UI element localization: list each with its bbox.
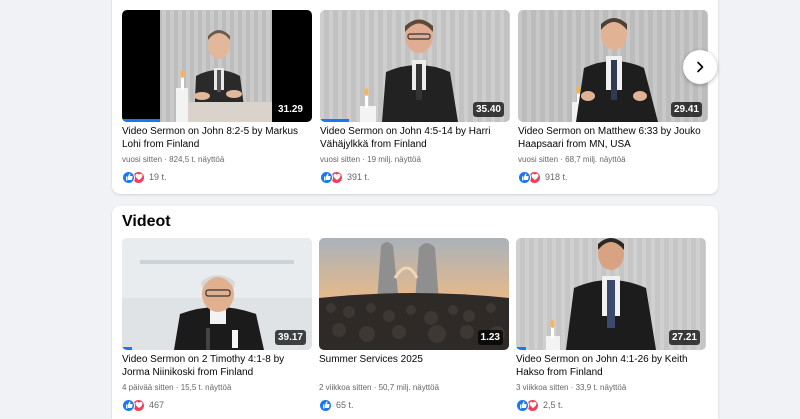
video-meta: 4 päivää sitten · 15,5 t. näyttöä xyxy=(122,383,232,392)
video-meta: 2 viikkoa sitten · 50,7 milj. näyttöä xyxy=(319,383,440,392)
video-title[interactable]: Video Sermon on Matthew 6:33 by Jouko Ha… xyxy=(518,126,708,151)
video-duration: 31.29 xyxy=(274,102,306,117)
chevron-right-icon xyxy=(697,61,704,73)
reaction-count: 918 t. xyxy=(545,172,568,182)
video-meta: vuosi sitten · 824,5 t. näyttöä xyxy=(122,155,225,164)
watch-progress-bar xyxy=(122,119,160,122)
video-meta: 3 viikkoa sitten · 33,9 t. näyttöä xyxy=(516,383,627,392)
carousel-next-button[interactable] xyxy=(683,50,717,84)
watch-progress-bar xyxy=(516,347,526,350)
reaction-count: 19 t. xyxy=(149,172,167,182)
reactions[interactable]: 918 t. xyxy=(518,170,708,184)
video-card[interactable]: 39.17 Video Sermon on 2 Timothy 4:1-8 by… xyxy=(122,238,312,412)
video-card[interactable]: 1.23 Summer Services 2025 2 viikkoa sitt… xyxy=(319,238,509,412)
video-duration: 35.40 xyxy=(472,102,504,117)
thumbs-up-icon xyxy=(516,398,529,412)
video-duration: 29.41 xyxy=(670,102,702,117)
video-card[interactable]: 29.41 Video Sermon on Matthew 6:33 by Jo… xyxy=(518,10,708,184)
videos-section-card: Videot 39.17 Video Sermon on 2 Timothy 4… xyxy=(112,206,718,419)
video-thumbnail[interactable]: 29.41 xyxy=(518,10,708,122)
video-thumbnail[interactable]: 31.29 xyxy=(122,10,312,122)
video-thumbnail[interactable]: 35.40 xyxy=(320,10,510,122)
video-thumbnail[interactable]: 39.17 xyxy=(122,238,312,350)
recent-videos-card: 31.29 Video Sermon on John 8:2-5 by Mark… xyxy=(112,0,718,194)
reactions[interactable]: 2,5 t. xyxy=(516,398,706,412)
video-meta: vuosi sitten · 68,7 milj. näyttöä xyxy=(518,155,626,164)
video-meta: vuosi sitten · 19 milj. näyttöä xyxy=(320,155,421,164)
video-card[interactable]: 31.29 Video Sermon on John 8:2-5 by Mark… xyxy=(122,10,312,184)
reactions[interactable]: 391 t. xyxy=(320,170,510,184)
video-card[interactable]: 35.40 Video Sermon on John 4:5-14 by Har… xyxy=(320,10,510,184)
watch-progress-bar xyxy=(122,347,132,350)
watch-progress-bar xyxy=(320,119,349,122)
video-duration: 27.21 xyxy=(668,330,700,345)
video-thumbnail[interactable]: 27.21 xyxy=(516,238,706,350)
thumbs-up-icon xyxy=(320,170,333,184)
thumbs-up-icon xyxy=(122,170,135,184)
video-title[interactable]: Video Sermon on John 4:5-14 by Harri Väh… xyxy=(320,126,510,151)
video-title[interactable]: Summer Services 2025 xyxy=(319,354,509,379)
video-title[interactable]: Video Sermon on 2 Timothy 4:1-8 by Jorma… xyxy=(122,354,312,379)
section-title[interactable]: Videot xyxy=(122,213,171,231)
video-thumbnail[interactable]: 1.23 xyxy=(319,238,509,350)
reactions[interactable]: 65 t. xyxy=(319,398,509,412)
thumbs-up-icon xyxy=(518,170,531,184)
reaction-count: 467 xyxy=(149,400,165,410)
video-title[interactable]: Video Sermon on John 8:2-5 by Markus Loh… xyxy=(122,126,312,151)
video-card[interactable]: 27.21 Video Sermon on John 4:1-26 by Kei… xyxy=(516,238,706,412)
thumbs-up-icon xyxy=(319,398,332,412)
reaction-count: 391 t. xyxy=(347,172,370,182)
video-title[interactable]: Video Sermon on John 4:1-26 by Keith Hak… xyxy=(516,354,706,379)
video-duration: 39.17 xyxy=(274,330,306,345)
reactions[interactable]: 19 t. xyxy=(122,170,312,184)
reaction-count: 65 t. xyxy=(336,400,354,410)
reaction-count: 2,5 t. xyxy=(543,400,564,410)
reactions[interactable]: 467 xyxy=(122,398,312,412)
video-duration: 1.23 xyxy=(477,330,503,345)
thumbs-up-icon xyxy=(122,398,135,412)
